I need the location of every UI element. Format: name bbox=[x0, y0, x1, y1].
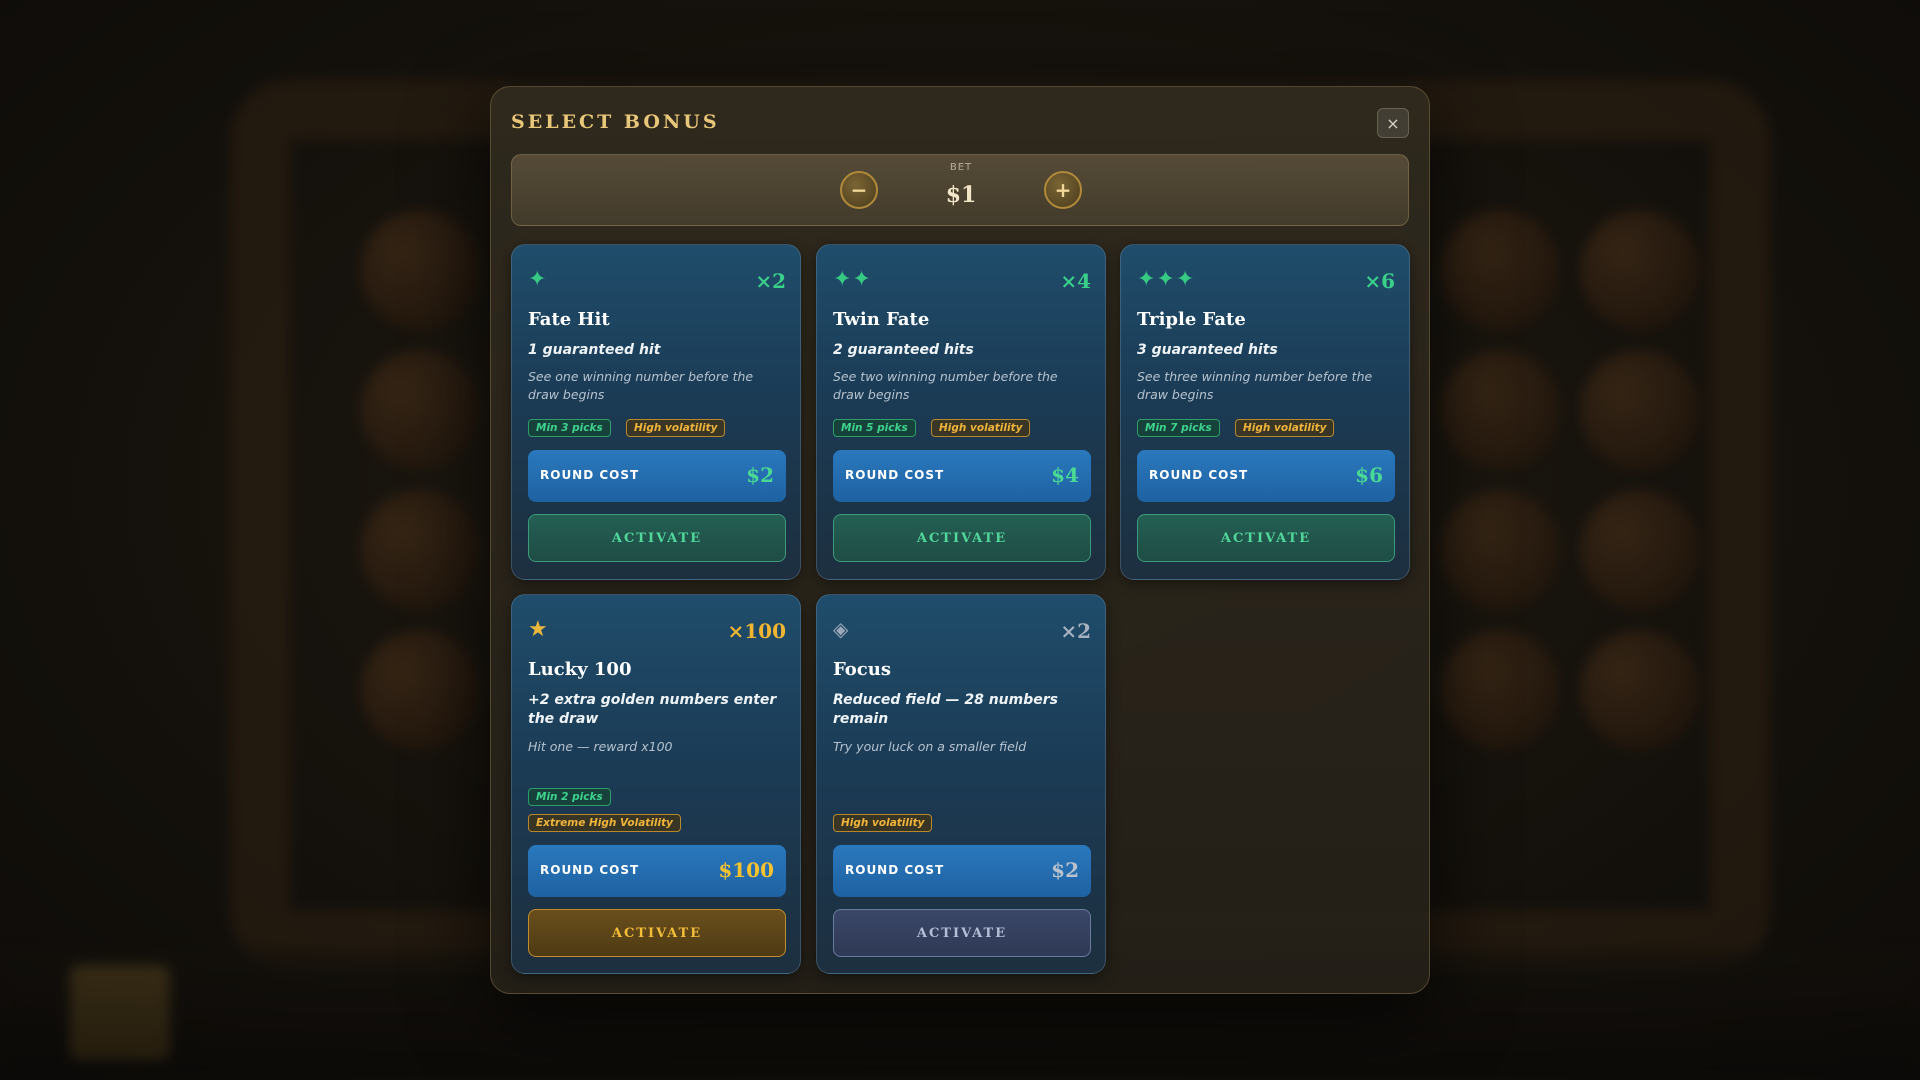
bet-panel: − BET $1 + bbox=[511, 154, 1409, 226]
card-title: Lucky 100 bbox=[528, 659, 632, 680]
activate-button[interactable]: ACTIVATE bbox=[528, 514, 786, 562]
card-subtitle: 3 guaranteed hits bbox=[1137, 342, 1278, 358]
card-multiplier: ×6 bbox=[1364, 269, 1395, 293]
bonus-card-fate-hit: ✦ ×2 Fate Hit 1 guaranteed hit See one w… bbox=[511, 244, 801, 580]
round-cost-box: ROUND COST $2 bbox=[528, 450, 786, 502]
card-title: Triple Fate bbox=[1137, 309, 1246, 330]
card-subtitle: Reduced field — 28 numbers remain bbox=[833, 692, 1058, 727]
round-cost-value: $2 bbox=[746, 463, 774, 487]
round-cost-box: ROUND COST $2 bbox=[833, 845, 1091, 897]
activate-button[interactable]: ACTIVATE bbox=[1137, 514, 1395, 562]
tag-volatility: Extreme High Volatility bbox=[528, 814, 681, 832]
activate-button[interactable]: ACTIVATE bbox=[833, 514, 1091, 562]
sparkle-icon: ✦ bbox=[528, 267, 548, 292]
tag-volatility: High volatility bbox=[833, 814, 933, 832]
tag-min-picks: Min 3 picks bbox=[528, 419, 611, 437]
round-cost-label: ROUND COST bbox=[540, 468, 640, 482]
card-description: See one winning number before the draw b… bbox=[528, 369, 754, 402]
bet-decrease-button[interactable]: − bbox=[840, 171, 878, 209]
tag-min-picks: Min 2 picks bbox=[528, 788, 611, 806]
card-subtitle: 2 guaranteed hits bbox=[833, 342, 974, 358]
bet-value: $1 bbox=[945, 182, 977, 208]
round-cost-label: ROUND COST bbox=[845, 468, 945, 482]
card-multiplier: ×2 bbox=[755, 269, 786, 293]
activate-button[interactable]: ACTIVATE bbox=[833, 909, 1091, 957]
card-multiplier: ×2 bbox=[1060, 619, 1091, 643]
round-cost-box: ROUND COST $100 bbox=[528, 845, 786, 897]
card-multiplier: ×4 bbox=[1060, 269, 1091, 293]
tag-min-picks: Min 5 picks bbox=[833, 419, 916, 437]
round-cost-value: $100 bbox=[718, 858, 774, 882]
modal-title: SELECT BONUS bbox=[511, 111, 720, 133]
bet-label: BET bbox=[949, 162, 973, 173]
close-icon: × bbox=[1386, 113, 1400, 133]
bet-increase-button[interactable]: + bbox=[1044, 171, 1082, 209]
bonus-card-focus: ◈ ×2 Focus Reduced field — 28 numbers re… bbox=[816, 594, 1106, 974]
round-cost-value: $2 bbox=[1051, 858, 1079, 882]
bonus-card-twin-fate: ✦✦ ×4 Twin Fate 2 guaranteed hits See tw… bbox=[816, 244, 1106, 580]
diamond-target-icon: ◈ bbox=[833, 617, 850, 641]
round-cost-box: ROUND COST $6 bbox=[1137, 450, 1395, 502]
tag-volatility: High volatility bbox=[931, 419, 1031, 437]
triple-sparkle-icon: ✦✦✦ bbox=[1137, 267, 1196, 292]
double-sparkle-icon: ✦✦ bbox=[833, 267, 872, 292]
activate-button[interactable]: ACTIVATE bbox=[528, 909, 786, 957]
round-cost-value: $6 bbox=[1355, 463, 1383, 487]
card-description: Hit one — reward x100 bbox=[528, 739, 673, 754]
card-subtitle: +2 extra golden numbers enter the draw bbox=[528, 692, 777, 727]
card-description: Try your luck on a smaller field bbox=[833, 739, 1027, 754]
card-multiplier: ×100 bbox=[727, 619, 786, 643]
card-description: See three winning number before the draw… bbox=[1137, 369, 1373, 402]
tag-volatility: High volatility bbox=[1235, 419, 1335, 437]
card-subtitle: 1 guaranteed hit bbox=[528, 342, 661, 358]
round-cost-value: $4 bbox=[1051, 463, 1079, 487]
round-cost-label: ROUND COST bbox=[1149, 468, 1249, 482]
card-description: See two winning number before the draw b… bbox=[833, 369, 1058, 402]
round-cost-label: ROUND COST bbox=[845, 863, 945, 877]
tag-volatility: High volatility bbox=[626, 419, 726, 437]
card-title: Focus bbox=[833, 659, 891, 680]
bonus-card-lucky-100: ★ ×100 Lucky 100 +2 extra golden numbers… bbox=[511, 594, 801, 974]
tag-min-picks: Min 7 picks bbox=[1137, 419, 1220, 437]
card-title: Twin Fate bbox=[833, 309, 930, 330]
close-button[interactable]: × bbox=[1377, 108, 1409, 138]
card-title: Fate Hit bbox=[528, 309, 610, 330]
select-bonus-modal: SELECT BONUS × − BET $1 + ✦ ×2 Fate Hit … bbox=[490, 86, 1430, 994]
bonus-card-triple-fate: ✦✦✦ ×6 Triple Fate 3 guaranteed hits See… bbox=[1120, 244, 1410, 580]
round-cost-box: ROUND COST $4 bbox=[833, 450, 1091, 502]
star-icon: ★ bbox=[528, 617, 549, 642]
round-cost-label: ROUND COST bbox=[540, 863, 640, 877]
